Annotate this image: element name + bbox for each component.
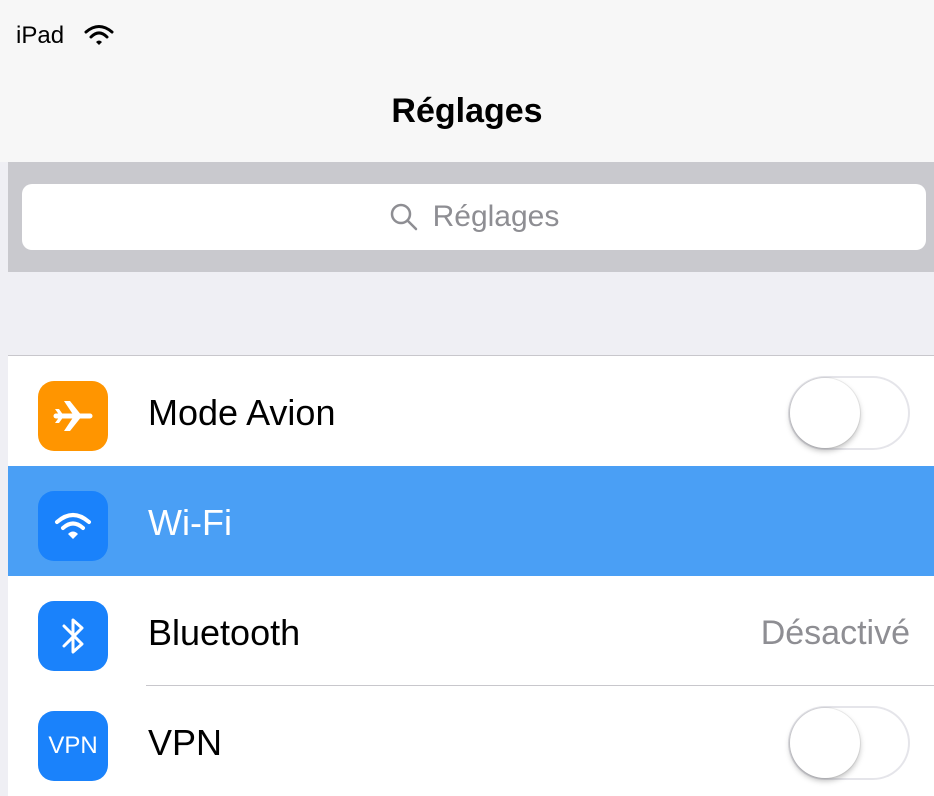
page-title: Réglages bbox=[391, 92, 543, 130]
settings-row-label: Wi-Fi bbox=[148, 502, 232, 543]
settings-row-label: Mode Avion bbox=[148, 392, 336, 433]
settings-row-bluetooth[interactable]: Bluetooth Désactivé bbox=[8, 576, 934, 686]
bluetooth-status-value: Désactivé bbox=[760, 614, 910, 652]
bluetooth-icon bbox=[38, 601, 108, 671]
settings-row-wifi[interactable]: Wi-Fi bbox=[8, 466, 934, 576]
search-bar-container: Réglages bbox=[8, 162, 934, 272]
airplane-mode-toggle[interactable] bbox=[788, 376, 910, 450]
search-placeholder: Réglages bbox=[432, 200, 560, 233]
device-name: iPad bbox=[16, 22, 65, 49]
toggle-knob bbox=[790, 708, 860, 778]
navigation-bar: Réglages bbox=[0, 68, 934, 162]
vpn-icon: VPN bbox=[38, 711, 108, 781]
section-spacer bbox=[8, 272, 934, 356]
vpn-icon-text: VPN bbox=[48, 732, 98, 759]
airplane-icon bbox=[38, 381, 108, 451]
wifi-icon bbox=[38, 491, 108, 561]
toggle-knob bbox=[790, 378, 860, 448]
vpn-toggle[interactable] bbox=[788, 706, 910, 780]
search-icon bbox=[390, 203, 417, 231]
settings-row-airplane-mode[interactable]: Mode Avion bbox=[8, 356, 934, 466]
wifi-icon bbox=[84, 25, 114, 45]
search-input[interactable]: Réglages bbox=[22, 184, 926, 250]
settings-row-label: Bluetooth bbox=[148, 612, 301, 653]
settings-row-vpn[interactable]: VPN VPN bbox=[8, 686, 934, 796]
status-bar: iPad bbox=[0, 0, 934, 68]
settings-row-label: VPN bbox=[148, 722, 223, 763]
